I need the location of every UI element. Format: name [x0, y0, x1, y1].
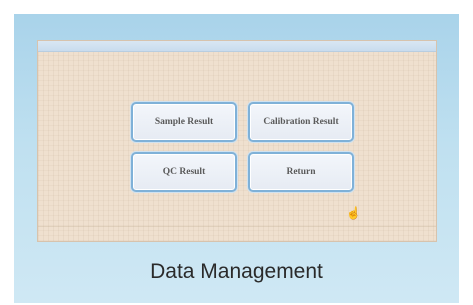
calibration-result-button[interactable]: Calibration Result — [248, 102, 354, 142]
sample-result-button[interactable]: Sample Result — [131, 102, 237, 142]
qc-result-button[interactable]: QC Result — [131, 152, 237, 192]
device-screen: Sample Result Calibration Result QC Resu… — [37, 40, 437, 242]
caption: Data Management — [150, 260, 323, 283]
pointer-cursor-icon: ☝ — [346, 206, 361, 220]
return-button[interactable]: Return — [248, 152, 354, 192]
status-bar — [38, 41, 436, 52]
bottom-divider — [38, 226, 436, 227]
